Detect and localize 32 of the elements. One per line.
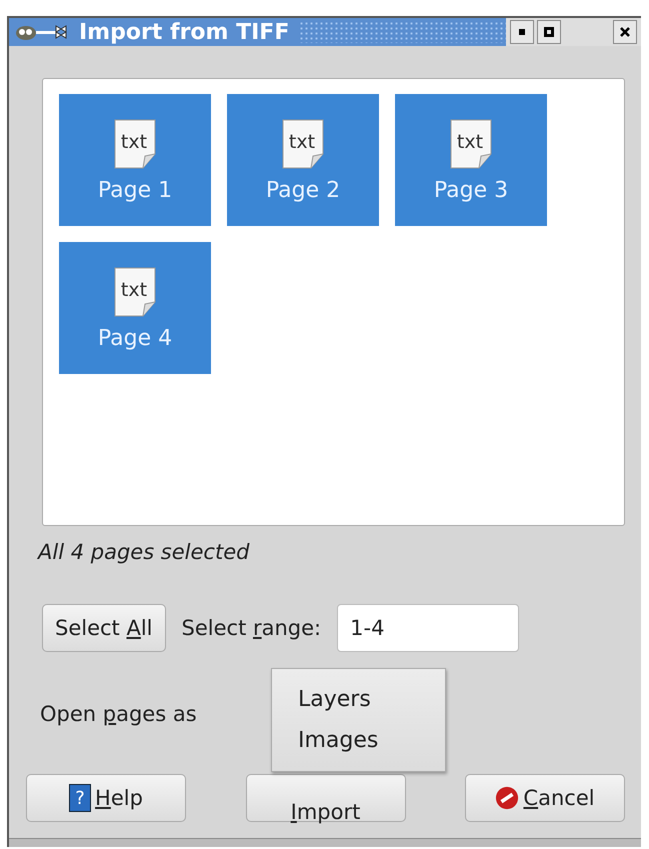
menu-item[interactable]: Images [272, 720, 445, 761]
cancel-button[interactable]: Cancel [465, 774, 625, 822]
cancel-icon [495, 785, 520, 811]
import-button[interactable]: Import [246, 774, 406, 822]
range-field[interactable]: 1-4 [337, 604, 520, 652]
open-as-label: Open pages as [40, 702, 197, 726]
close-button[interactable] [613, 20, 637, 44]
text-file-icon: txt [113, 266, 157, 318]
range-label: Select range: [182, 616, 322, 640]
scrollbar[interactable] [9, 838, 641, 847]
text-file-icon: txt [281, 118, 325, 170]
menu-item[interactable]: Layers [272, 679, 445, 720]
text-file-icon: txt [113, 118, 157, 170]
window-title: Import from TIFF [79, 20, 290, 44]
select-all-button[interactable]: Select All [42, 604, 166, 652]
text-file-icon: txt [449, 118, 493, 170]
selection-status: All 4 pages selected [38, 540, 250, 564]
page-label: Page 2 [266, 178, 340, 202]
maximize-button[interactable] [537, 20, 561, 44]
minimize-icon [519, 29, 525, 35]
maximize-icon [544, 27, 554, 37]
minimize-button[interactable] [510, 20, 534, 44]
page-thumbnail[interactable]: txt Page 1 [59, 94, 211, 226]
page-thumbnail[interactable]: txt Page 3 [395, 94, 547, 226]
close-icon [619, 26, 631, 38]
page-label: Page 4 [98, 326, 172, 350]
help-button[interactable]: ? Help [26, 774, 186, 822]
page-label: Page 1 [98, 178, 172, 202]
page-thumbnail[interactable]: txt Page 2 [227, 94, 379, 226]
help-book-icon: ? [69, 784, 92, 812]
page-thumbnail[interactable]: txt Page 4 [59, 242, 211, 374]
page-label: Page 3 [434, 178, 508, 202]
